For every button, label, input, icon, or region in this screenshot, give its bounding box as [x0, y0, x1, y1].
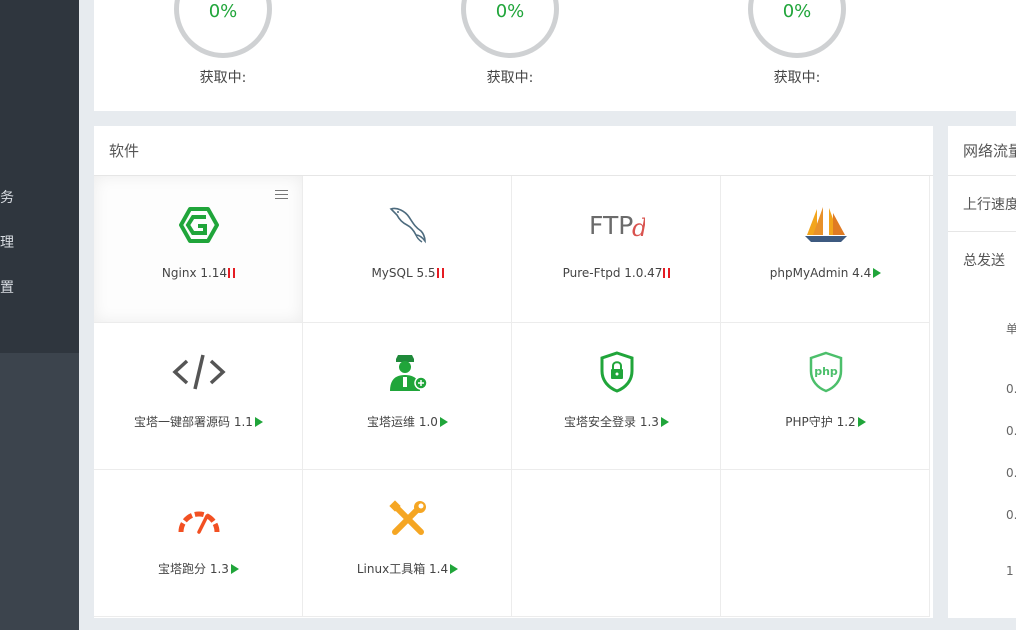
software-label: 宝塔安全登录 1.3 — [512, 413, 721, 430]
play-icon — [450, 564, 459, 574]
software-item-nginx[interactable]: Nginx 1.14 — [94, 176, 303, 323]
pause-icon — [663, 268, 671, 278]
upload-speed-label: 上行速度 — [963, 197, 1016, 213]
software-label: 宝塔跑分 1.3 — [94, 560, 303, 577]
svg-text:php: php — [814, 365, 838, 378]
sidebar-item-settings[interactable]: 置 — [0, 277, 14, 297]
chart-unit-label: 单 — [1006, 322, 1016, 336]
speedometer-icon — [94, 496, 303, 542]
software-panel-title: 软件 — [94, 126, 933, 176]
software-label: MySQL 5.5 — [303, 266, 512, 280]
software-item-mysql[interactable]: MySQL 5.5 — [303, 176, 512, 323]
ops-worker-icon — [303, 349, 512, 395]
gauge-percent: 0% — [495, 1, 525, 22]
software-panel: 软件 Nginx 1.14 MySQL 5.5 FTP Pure-Ftpd 1.… — [94, 126, 933, 618]
play-icon — [254, 417, 263, 427]
software-item-pureftpd[interactable]: FTP d Pure-Ftpd 1.0.47 — [512, 176, 721, 323]
nginx-icon — [94, 202, 303, 248]
sidebar-item-manage[interactable]: 理 — [0, 232, 14, 252]
software-item-deploy[interactable]: 宝塔一键部署源码 1.1 — [94, 323, 303, 470]
software-item-ops[interactable]: 宝塔运维 1.0 — [303, 323, 512, 470]
shield-lock-icon — [512, 349, 721, 395]
play-icon — [873, 268, 882, 278]
svg-text:d: d — [632, 214, 645, 242]
gauge-caption: 获取中: — [199, 70, 247, 86]
svg-text:FTP: FTP — [589, 211, 633, 240]
network-panel-title: 网络流量 — [948, 126, 1016, 176]
play-icon — [230, 564, 239, 574]
software-label: PHP守护 1.2 — [721, 413, 930, 430]
gauge-percent: 0% — [208, 1, 238, 22]
software-label: Nginx 1.14 — [94, 266, 303, 280]
play-icon — [439, 417, 448, 427]
software-label: Pure-Ftpd 1.0.47 — [512, 266, 721, 280]
software-label: phpMyAdmin 4.4 — [721, 266, 930, 280]
software-label: 宝塔运维 1.0 — [303, 413, 512, 430]
axis-tick: 0. — [1006, 508, 1016, 522]
ftpd-icon: FTP d — [512, 202, 721, 248]
axis-tick: 1 — [1006, 564, 1014, 578]
pause-icon — [436, 268, 444, 278]
play-icon — [660, 417, 669, 427]
sidebar-menu-area: 务 理 置 — [0, 0, 79, 353]
software-item-phpguard[interactable]: php PHP守护 1.2 — [721, 323, 930, 470]
axis-tick: 0. — [1006, 466, 1016, 480]
tools-icon — [303, 496, 512, 542]
status-panel: 0% 获取中: 0% 获取中: 0% 获取中: — [94, 0, 1016, 111]
code-icon — [94, 349, 303, 395]
axis-tick: 0. — [1006, 424, 1016, 438]
software-item-phpmyadmin[interactable]: phpMyAdmin 4.4 — [721, 176, 930, 323]
software-label: Linux工具箱 1.4 — [303, 560, 512, 577]
php-shield-icon: php — [721, 349, 930, 395]
total-sent-label: 总发送 — [963, 253, 1005, 269]
menu-icon[interactable] — [275, 190, 288, 199]
software-empty-slot — [721, 470, 930, 617]
software-grid: Nginx 1.14 MySQL 5.5 FTP d Pure-Ftpd 1.0… — [94, 176, 933, 618]
gauge-percent: 0% — [782, 1, 812, 22]
software-item-benchmark[interactable]: 宝塔跑分 1.3 — [94, 470, 303, 617]
software-label: 宝塔一键部署源码 1.1 — [94, 413, 303, 430]
gauge-caption: 获取中: — [773, 70, 821, 86]
software-empty-slot — [512, 470, 721, 617]
software-item-linuxtools[interactable]: Linux工具箱 1.4 — [303, 470, 512, 617]
network-panel: 网络流量 上行速度 总发送 单 0. 0. 0. 0. 1 — [948, 126, 1016, 618]
sidebar: 务 理 置 — [0, 0, 79, 630]
gauge-caption: 获取中: — [486, 70, 534, 86]
play-icon — [857, 417, 866, 427]
sailboat-icon — [721, 202, 930, 248]
pause-icon — [228, 268, 236, 278]
divider — [948, 231, 1016, 232]
sidebar-item-tasks[interactable]: 务 — [0, 187, 14, 207]
mysql-dolphin-icon — [303, 202, 512, 248]
software-item-securelogin[interactable]: 宝塔安全登录 1.3 — [512, 323, 721, 470]
axis-tick: 0. — [1006, 382, 1016, 396]
